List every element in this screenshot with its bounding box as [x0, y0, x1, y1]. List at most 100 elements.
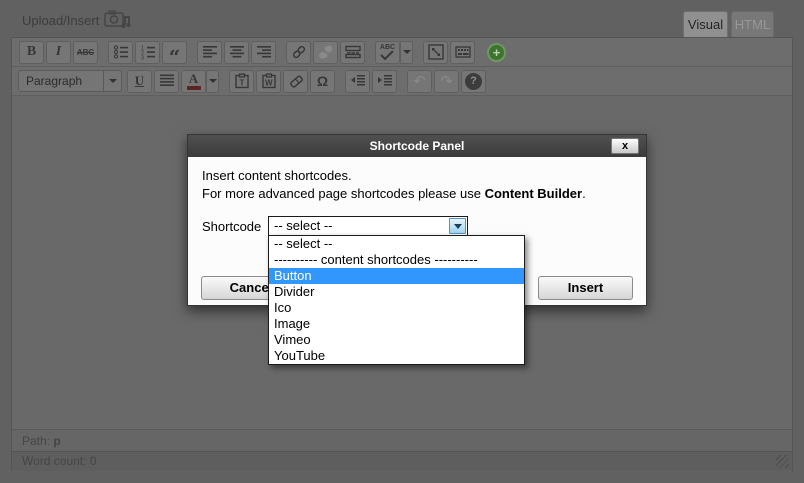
- dropdown-option[interactable]: Ico: [269, 300, 524, 316]
- paste-as-text-button[interactable]: T: [229, 70, 254, 93]
- blockquote-button[interactable]: “: [162, 41, 187, 64]
- blockquote-icon: “: [169, 43, 181, 61]
- bold-button[interactable]: B: [19, 41, 44, 64]
- strikethrough-icon: ABC: [77, 48, 94, 57]
- tab-html[interactable]: HTML: [731, 11, 774, 37]
- unlink-icon: [318, 44, 334, 60]
- numbered-list-button[interactable]: 1 2 3: [135, 41, 160, 64]
- shortcode-field-row: Shortcode -- select --: [202, 216, 632, 236]
- shortcode-field-label: Shortcode: [202, 219, 268, 234]
- spellcheck-button[interactable]: ABC: [375, 41, 400, 64]
- outdent-icon: [350, 73, 366, 89]
- align-center-icon: [229, 44, 245, 60]
- description-line-2: For more advanced page shortcodes please…: [202, 185, 632, 203]
- special-char-button[interactable]: Ω: [310, 70, 335, 93]
- unlink-button[interactable]: [313, 41, 338, 64]
- justify-full-icon: [159, 73, 175, 89]
- dropdown-option[interactable]: Image: [269, 316, 524, 332]
- svg-text:W: W: [265, 79, 273, 88]
- bullet-list-icon: [113, 44, 129, 60]
- chevron-down-icon: [209, 79, 217, 83]
- bullet-list-button[interactable]: [108, 41, 133, 64]
- indent-icon: [377, 73, 393, 89]
- redo-button[interactable]: ↷: [434, 70, 459, 93]
- italic-icon: I: [56, 44, 61, 60]
- paste-from-word-icon: W: [261, 73, 277, 89]
- redo-icon: ↷: [440, 72, 453, 90]
- add-media-icon[interactable]: [104, 9, 131, 32]
- align-left-icon: [202, 44, 218, 60]
- paste-from-word-button[interactable]: W: [256, 70, 281, 93]
- more-tag-icon: [345, 44, 361, 60]
- remove-format-button[interactable]: [283, 70, 308, 93]
- word-count-label: Word count:: [22, 454, 86, 468]
- path-label: Path:: [22, 434, 50, 448]
- shortcode-select-value: -- select --: [269, 217, 467, 235]
- shortcode-dropdown-list: -- select -- ---------- content shortcod…: [268, 235, 525, 365]
- chevron-down-icon: [109, 79, 117, 83]
- link-icon: [291, 44, 307, 60]
- svg-text:3: 3: [141, 56, 144, 61]
- format-select-arrow[interactable]: [104, 70, 122, 92]
- italic-button[interactable]: I: [46, 41, 71, 64]
- dropdown-option[interactable]: Divider: [269, 284, 524, 300]
- dropdown-option-group-separator: ---------- content shortcodes ----------: [269, 252, 524, 268]
- dropdown-option-highlighted[interactable]: Button: [269, 268, 524, 284]
- dialog-titlebar[interactable]: Shortcode Panel x: [188, 135, 646, 157]
- text-color-button[interactable]: A: [181, 70, 206, 93]
- format-select[interactable]: Paragraph: [18, 70, 104, 92]
- fullscreen-icon: [428, 44, 444, 60]
- bold-icon: B: [27, 44, 36, 60]
- text-color-menu-arrow[interactable]: [206, 70, 219, 93]
- fullscreen-button[interactable]: [423, 41, 448, 64]
- text-color-icon: A: [187, 73, 201, 90]
- undo-icon: ↶: [413, 72, 426, 90]
- spellcheck-menu-arrow[interactable]: [400, 41, 413, 64]
- svg-text:T: T: [239, 79, 244, 88]
- kitchen-sink-button[interactable]: [450, 41, 475, 64]
- resize-grip[interactable]: [776, 455, 789, 468]
- word-count-value: 0: [90, 454, 97, 468]
- add-shortcode-button[interactable]: +: [487, 43, 506, 62]
- chevron-down-icon: [403, 50, 411, 54]
- word-count-bar: Word count: 0: [12, 451, 792, 471]
- dropdown-option[interactable]: YouTube: [269, 348, 524, 364]
- shortcode-select-arrow[interactable]: [449, 218, 466, 234]
- align-left-button[interactable]: [197, 41, 222, 64]
- numbered-list-icon: 1 2 3: [140, 44, 156, 60]
- dialog-body: Insert content shortcodes. For more adva…: [188, 157, 646, 236]
- spellcheck-icon: ABC: [380, 45, 395, 60]
- content-builder-emphasis: Content Builder: [485, 186, 583, 201]
- align-right-button[interactable]: [251, 41, 276, 64]
- path-value: p: [53, 434, 60, 448]
- close-button[interactable]: x: [611, 138, 639, 154]
- toolbar-row-2: Paragraph U A T: [12, 67, 792, 96]
- indent-button[interactable]: [372, 70, 397, 93]
- help-button[interactable]: ?: [461, 70, 486, 93]
- dropdown-option[interactable]: Vimeo: [269, 332, 524, 348]
- strikethrough-button[interactable]: ABC: [73, 41, 98, 64]
- outdent-button[interactable]: [345, 70, 370, 93]
- kitchen-sink-icon: [455, 44, 471, 60]
- align-center-button[interactable]: [224, 41, 249, 64]
- eraser-icon: [288, 73, 304, 89]
- underline-button[interactable]: U: [127, 70, 152, 93]
- align-right-icon: [256, 44, 272, 60]
- description-line-1: Insert content shortcodes.: [202, 167, 632, 185]
- justify-full-button[interactable]: [154, 70, 179, 93]
- shortcode-select[interactable]: -- select --: [268, 216, 468, 236]
- link-button[interactable]: [286, 41, 311, 64]
- toolbar-row-1: B I ABC 1 2 3 “: [12, 38, 792, 67]
- close-icon: x: [622, 140, 628, 152]
- more-tag-button[interactable]: [340, 41, 365, 64]
- dialog-title: Shortcode Panel: [370, 139, 465, 153]
- chevron-down-icon: [454, 224, 462, 229]
- dropdown-option[interactable]: -- select --: [269, 236, 524, 252]
- undo-button[interactable]: ↶: [407, 70, 432, 93]
- tab-visual[interactable]: Visual: [683, 11, 728, 37]
- underline-icon: U: [135, 73, 144, 89]
- upload-insert-label: Upload/Insert: [22, 13, 99, 28]
- path-statusbar: Path: p: [12, 429, 792, 451]
- help-icon: ?: [465, 73, 482, 90]
- insert-button[interactable]: Insert: [538, 276, 633, 300]
